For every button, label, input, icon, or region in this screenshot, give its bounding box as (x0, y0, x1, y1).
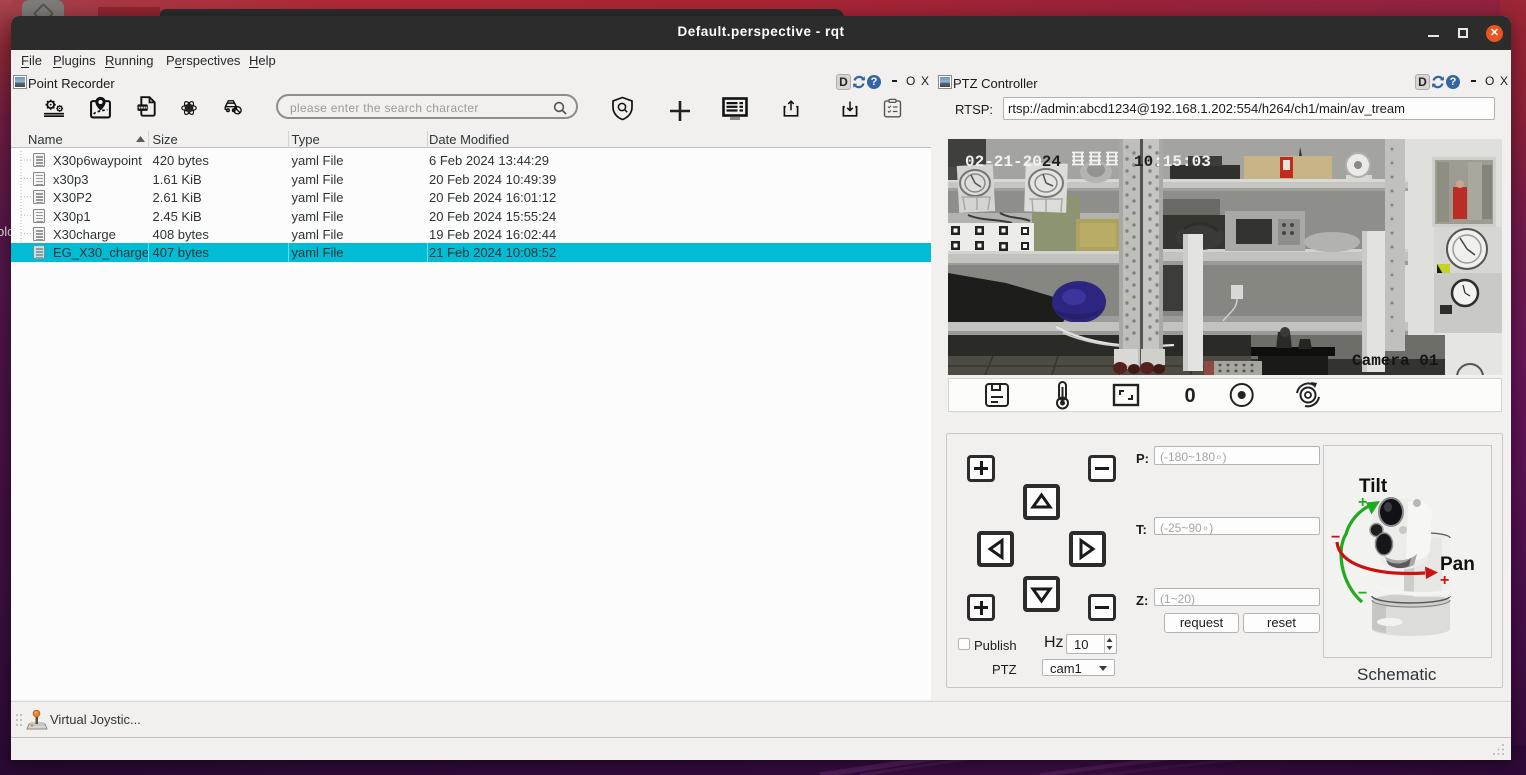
svg-text:+: + (1358, 494, 1367, 511)
svg-text:Camera 01: Camera 01 (1352, 352, 1438, 370)
svg-text:0: 0 (1184, 385, 1195, 407)
svg-text:+: + (1440, 572, 1449, 589)
svg-text:−: − (1358, 585, 1367, 602)
svg-text:24: 24 (1042, 153, 1062, 171)
svg-text:02-21-20: 02-21-20 (965, 153, 1042, 171)
svg-text:10: 10 (1134, 153, 1153, 171)
svg-text:−: − (1331, 529, 1340, 546)
svg-text::15:03: :15:03 (1153, 153, 1211, 171)
